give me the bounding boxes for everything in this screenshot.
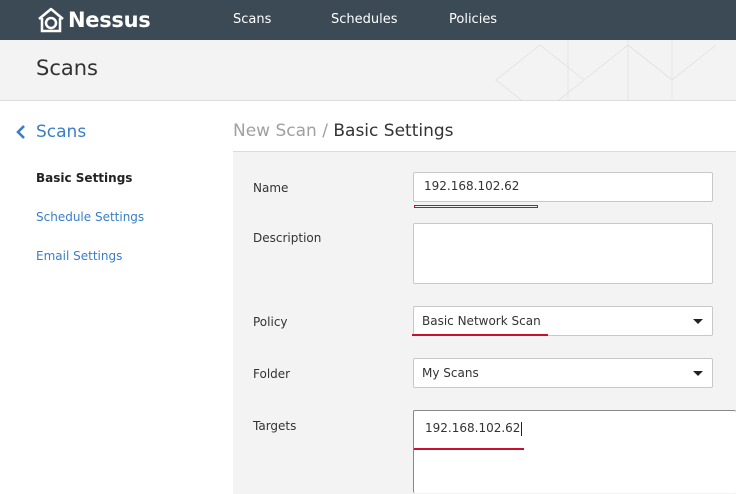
targets-value: 192.168.102.62	[425, 421, 521, 435]
page-header: Scans	[0, 40, 736, 101]
caret-down-icon	[693, 371, 703, 376]
breadcrumb-separator: /	[316, 121, 334, 141]
back-to-scans-link[interactable]: Scans	[16, 122, 86, 142]
sidebar-item-schedule-settings[interactable]: Schedule Settings	[36, 210, 144, 224]
sidebar-item-basic-settings[interactable]: Basic Settings	[36, 171, 132, 185]
policy-selected-value: Basic Network Scan	[422, 314, 541, 328]
name-annotation-underline	[414, 205, 538, 208]
app-name: Nessus	[68, 8, 151, 32]
name-input-value: 192.168.102.62	[424, 179, 520, 193]
chevron-left-icon	[16, 125, 25, 139]
policy-label: Policy	[253, 315, 288, 329]
targets-textarea[interactable]: 192.168.102.62	[413, 410, 736, 493]
description-textarea[interactable]	[413, 223, 713, 284]
nessus-logo[interactable]: Nessus	[36, 5, 151, 35]
folder-selected-value: My Scans	[422, 366, 479, 380]
top-navigation-bar: Nessus Scans Schedules Policies	[0, 0, 736, 40]
nav-schedules[interactable]: Schedules	[331, 0, 398, 40]
sidebar-item-email-settings[interactable]: Email Settings	[36, 249, 122, 263]
nav-scans[interactable]: Scans	[233, 0, 271, 40]
name-label: Name	[253, 181, 289, 195]
header-pattern-decoration	[495, 40, 717, 100]
breadcrumb: New Scan / Basic Settings	[233, 121, 454, 141]
folder-label: Folder	[253, 367, 291, 381]
back-label: Scans	[36, 122, 87, 142]
nessus-home-icon	[38, 7, 64, 33]
folder-select[interactable]: My Scans	[413, 358, 713, 388]
page-title: Scans	[36, 56, 98, 80]
caret-down-icon	[693, 319, 703, 324]
nav-policies[interactable]: Policies	[449, 0, 497, 40]
name-input[interactable]: 192.168.102.62	[413, 172, 713, 202]
policy-annotation-underline	[412, 334, 548, 336]
targets-annotation-underline	[414, 448, 524, 450]
text-cursor	[521, 421, 523, 436]
breadcrumb-parent[interactable]: New Scan	[233, 121, 317, 141]
targets-label: Targets	[253, 419, 297, 433]
policy-select[interactable]: Basic Network Scan	[413, 306, 713, 336]
breadcrumb-current: Basic Settings	[333, 121, 454, 141]
description-label: Description	[253, 231, 322, 245]
